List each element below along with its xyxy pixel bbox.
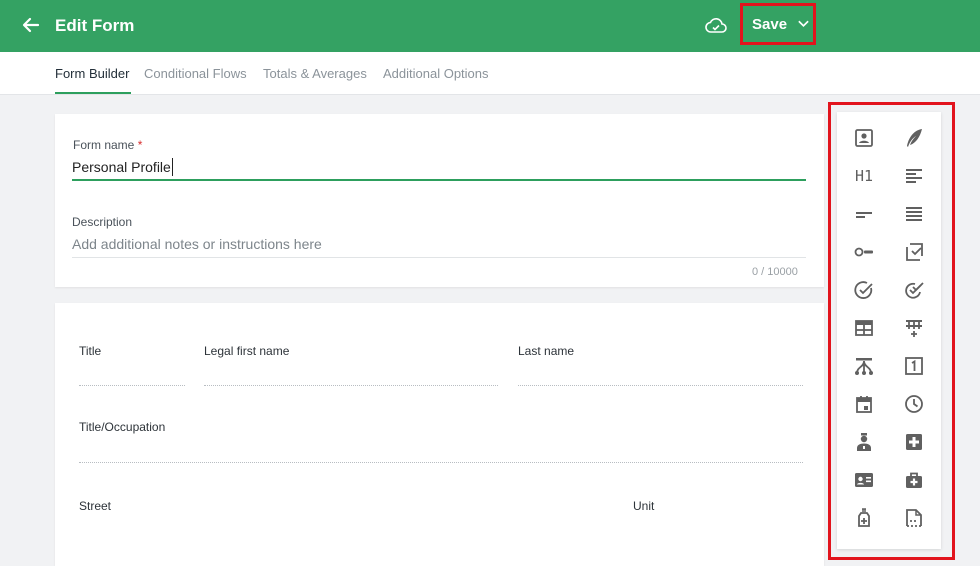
field-first-name-label: Legal first name — [204, 344, 290, 358]
medical-bag-icon[interactable] — [900, 466, 928, 494]
signature-feather-icon[interactable] — [900, 124, 928, 152]
field-first-name-input[interactable] — [204, 385, 498, 386]
clock-icon[interactable] — [900, 390, 928, 418]
contact-card-icon[interactable] — [850, 124, 878, 152]
branch-flow-icon[interactable] — [850, 352, 878, 380]
checklist-icon[interactable] — [900, 238, 928, 266]
field-palette: H1 — [837, 112, 941, 549]
cloud-sync-icon[interactable] — [704, 15, 728, 37]
field-last-name-label: Last name — [518, 344, 575, 358]
tab-bar: Form Builder Conditional Flows Totals & … — [0, 52, 980, 95]
tab-conditional-flows[interactable]: Conditional Flows — [144, 66, 247, 81]
toggle-option-icon[interactable] — [850, 238, 878, 266]
form-fields-card: Title Legal first name Last name Title/O… — [55, 303, 824, 566]
save-button[interactable]: Save — [746, 9, 810, 39]
active-tab-indicator — [55, 92, 131, 94]
text-cursor — [172, 158, 173, 176]
top-app-bar: Edit Form Save — [0, 0, 980, 52]
back-arrow-icon[interactable] — [18, 12, 44, 38]
tab-additional-options[interactable]: Additional Options — [383, 66, 489, 81]
field-title-label: Title — [79, 344, 102, 358]
calendar-icon[interactable] — [850, 390, 878, 418]
heading-h1-icon[interactable]: H1 — [850, 162, 878, 190]
chevron-down-icon[interactable] — [797, 19, 810, 29]
form-name-input[interactable]: Personal Profile — [72, 159, 171, 175]
form-name-underline — [72, 179, 806, 181]
char-counter: 0 / 10000 — [752, 266, 798, 278]
tab-form-builder[interactable]: Form Builder — [55, 66, 129, 81]
paragraph-icon[interactable] — [900, 162, 928, 190]
grid-add-icon[interactable] — [900, 314, 928, 342]
field-last-name-input[interactable] — [518, 385, 803, 386]
double-check-icon[interactable] — [900, 276, 928, 304]
form-details-card: Form name * Personal Profile Description… — [55, 114, 824, 287]
save-highlight-box: Save — [740, 3, 816, 45]
short-text-icon[interactable] — [850, 200, 878, 228]
description-underline — [72, 257, 806, 258]
form-name-label: Form name * — [73, 138, 142, 152]
field-unit-label: Unit — [633, 499, 655, 513]
form-name-label-text: Form name — [73, 138, 135, 152]
required-mark: * — [137, 138, 143, 152]
description-label: Description — [72, 215, 133, 229]
id-card-icon[interactable] — [850, 466, 878, 494]
number-box-icon[interactable] — [900, 352, 928, 380]
single-check-icon[interactable] — [850, 276, 878, 304]
table-icon[interactable] — [850, 314, 878, 342]
medicine-bottle-icon[interactable] — [850, 504, 878, 532]
doctor-icon[interactable] — [850, 428, 878, 456]
document-dashed-icon[interactable] — [900, 504, 928, 532]
medical-cross-icon[interactable] — [900, 428, 928, 456]
field-occupation-label: Title/Occupation — [79, 420, 166, 434]
description-input[interactable]: Add additional notes or instructions her… — [72, 236, 322, 252]
field-occupation-input[interactable] — [79, 462, 803, 463]
save-button-label: Save — [752, 15, 788, 33]
field-street-label: Street — [79, 499, 112, 513]
page-title: Edit Form — [55, 16, 135, 35]
field-title-input[interactable] — [79, 385, 185, 386]
long-text-icon[interactable] — [900, 200, 928, 228]
tab-totals-averages[interactable]: Totals & Averages — [263, 66, 367, 81]
